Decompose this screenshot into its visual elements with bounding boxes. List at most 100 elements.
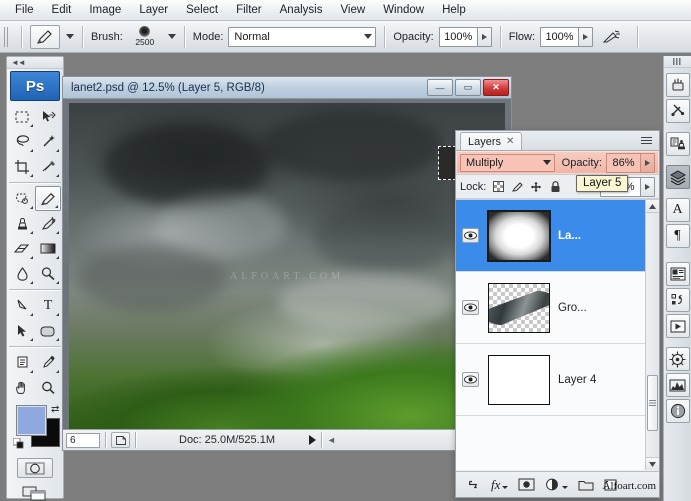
layer-opacity-input[interactable]: 86% — [606, 153, 640, 173]
tool-lasso[interactable] — [9, 129, 35, 154]
lock-image-icon[interactable] — [511, 181, 523, 193]
tool-eyedropper[interactable] — [35, 350, 61, 375]
tool-gradient[interactable] — [35, 236, 61, 261]
status-preview-button[interactable] — [111, 432, 130, 448]
tool-history-brush[interactable] — [35, 211, 61, 236]
tool-magic-wand[interactable] — [35, 129, 61, 154]
layer-visibility-toggle[interactable] — [458, 372, 482, 387]
layer-visibility-toggle[interactable] — [458, 228, 482, 243]
lock-position-icon[interactable] — [530, 181, 542, 193]
tool-move[interactable] — [35, 104, 61, 129]
layer-thumbnail[interactable] — [488, 283, 550, 333]
menu-item-analysis[interactable]: Analysis — [271, 1, 332, 20]
character-panel-icon[interactable]: A — [666, 198, 690, 222]
menu-item-filter[interactable]: Filter — [227, 1, 271, 20]
layer-style-fx-icon[interactable]: fx — [491, 476, 508, 493]
tool-marquee[interactable] — [9, 104, 35, 129]
add-mask-icon[interactable] — [518, 476, 535, 493]
flow-input[interactable]: 100% — [540, 27, 578, 47]
adjustment-layer-icon[interactable] — [545, 476, 568, 493]
close-button[interactable]: ✕ — [483, 79, 509, 96]
close-icon[interactable]: ✕ — [506, 136, 514, 147]
info-panel-icon[interactable] — [666, 399, 690, 423]
current-tool-well[interactable] — [30, 25, 60, 49]
tool-brush[interactable] — [35, 186, 61, 211]
panel-menu-icon[interactable] — [641, 134, 655, 147]
menu-item-view[interactable]: View — [331, 1, 374, 20]
scrollbar-thumb[interactable] — [647, 375, 658, 431]
quick-mask-button[interactable] — [17, 458, 53, 478]
scroll-up-button[interactable] — [646, 200, 659, 213]
default-colors-icon[interactable] — [13, 438, 24, 449]
dock-collapse-handle[interactable] — [664, 56, 691, 68]
tool-blur[interactable] — [9, 261, 35, 286]
screen-mode-button[interactable] — [17, 483, 53, 501]
foreground-color-swatch[interactable] — [17, 406, 46, 435]
blend-mode-select[interactable]: Normal — [228, 27, 376, 47]
opacity-slider-button[interactable] — [477, 27, 492, 47]
menu-item-file[interactable]: File — [6, 1, 43, 20]
layer-row[interactable]: Layer 4 — [456, 344, 659, 416]
layers-scrollbar[interactable] — [645, 200, 659, 470]
minimize-button[interactable]: — — [427, 79, 453, 96]
tool-presets-icon[interactable] — [666, 99, 690, 123]
tool-eraser[interactable] — [9, 236, 35, 261]
layer-fill-slider-button[interactable] — [640, 177, 655, 197]
tool-path-selection[interactable] — [9, 318, 35, 343]
menu-item-help[interactable]: Help — [433, 1, 475, 20]
layer-blend-mode-select[interactable]: Multiply — [460, 154, 555, 172]
zoom-level-input[interactable]: 6 — [66, 433, 100, 448]
brush-preview[interactable]: 2500 — [128, 26, 162, 47]
tool-zoom[interactable] — [35, 375, 61, 400]
swap-colors-icon[interactable]: ⇄ — [51, 404, 59, 415]
layer-opacity-slider-button[interactable] — [640, 153, 655, 173]
tool-slice[interactable] — [35, 154, 61, 179]
tools-panel-collapse[interactable]: ◄◄ — [7, 57, 63, 69]
tab-layers[interactable]: Layers ✕ — [460, 132, 522, 150]
tool-crop[interactable] — [9, 154, 35, 179]
tool-dodge[interactable] — [35, 261, 61, 286]
navigator-panel-icon[interactable] — [666, 347, 690, 371]
restore-button[interactable]: ▭ — [455, 79, 481, 96]
layers-3d-icon[interactable] — [666, 165, 690, 189]
lock-all-icon[interactable] — [549, 181, 561, 193]
tool-clone-stamp[interactable] — [9, 211, 35, 236]
layer-row[interactable]: La... — [456, 200, 659, 272]
document-title-bar[interactable]: lanet2.psd @ 12.5% (Layer 5, RGB/8) — ▭ … — [63, 77, 511, 99]
new-group-icon[interactable] — [578, 476, 594, 493]
tool-shape[interactable] — [35, 318, 61, 343]
scroll-down-button[interactable] — [646, 457, 659, 470]
tool-hand[interactable] — [9, 375, 35, 400]
menu-item-edit[interactable]: Edit — [43, 1, 81, 20]
tool-notes[interactable] — [9, 350, 35, 375]
tool-preset-chevron-down-icon[interactable] — [66, 34, 74, 39]
layer-comps-icon[interactable] — [666, 262, 690, 286]
layer-thumbnail[interactable] — [488, 355, 550, 405]
layer-row[interactable]: Gro... — [456, 272, 659, 344]
menu-item-layer[interactable]: Layer — [130, 1, 177, 20]
tool-healing-brush[interactable] — [9, 186, 35, 211]
menu-item-window[interactable]: Window — [374, 1, 433, 20]
lock-transparency-icon[interactable] — [492, 181, 504, 193]
clone-source-icon[interactable] — [666, 132, 690, 156]
actions-panel-icon[interactable] — [666, 314, 690, 338]
flow-slider-button[interactable] — [578, 27, 593, 47]
history-panel-icon[interactable] — [666, 288, 690, 312]
brush-chevron-down-icon[interactable] — [168, 34, 176, 39]
status-resize-grip[interactable]: ◄ — [327, 435, 336, 445]
menu-item-image[interactable]: Image — [80, 1, 130, 20]
histogram-panel-icon[interactable] — [666, 373, 690, 397]
airbrush-toggle[interactable] — [601, 29, 621, 45]
link-layers-icon[interactable] — [465, 476, 481, 493]
layer-visibility-toggle[interactable] — [458, 300, 482, 315]
tool-type[interactable]: T — [35, 293, 61, 318]
layer-thumbnail[interactable] — [488, 211, 550, 261]
layers-list[interactable]: La... Gro... — [456, 199, 659, 470]
opacity-input[interactable]: 100% — [439, 27, 477, 47]
options-bar-grip[interactable] — [2, 24, 10, 50]
menu-item-select[interactable]: Select — [177, 1, 227, 20]
status-menu-button[interactable] — [309, 435, 316, 445]
tool-pen[interactable] — [9, 293, 35, 318]
paragraph-panel-icon[interactable]: ¶ — [666, 224, 690, 248]
brushes-panel-icon[interactable] — [666, 73, 690, 97]
